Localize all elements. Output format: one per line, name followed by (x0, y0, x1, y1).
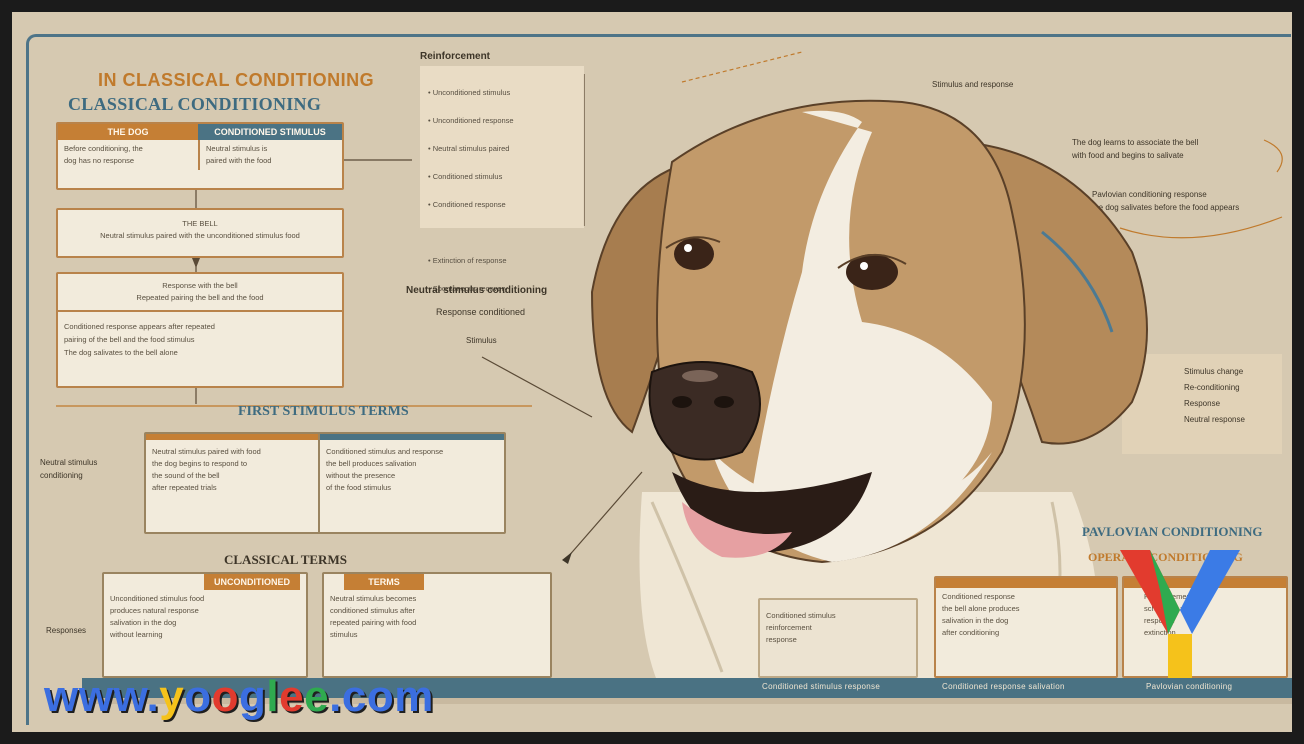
arrow-head-icon (562, 552, 572, 564)
list-item: • Unconditioned response (428, 116, 514, 125)
card-text: Conditioned response appears after repea… (64, 322, 215, 357)
watermark-letter: e (279, 672, 305, 721)
watermark-letter: l (266, 672, 280, 721)
bottom-section-title: CLASSICAL TERMS (224, 552, 347, 567)
card-text: Neutral stimulus becomes conditioned sti… (330, 594, 417, 639)
watermark-letter: e (304, 672, 330, 721)
response-conditioned-label: Response conditioned (436, 307, 526, 317)
card-header-strip (936, 578, 1116, 588)
arrow-down-icon (192, 258, 200, 268)
list-item: • Extinction of response (428, 256, 507, 265)
right-section-title: PAVLOVIAN CONDITIONING (1082, 524, 1263, 539)
watermark-letter: o (184, 672, 212, 721)
watermark-com: com (341, 672, 434, 721)
reinforcement-list-box: • Unconditioned stimulus • Unconditioned… (420, 66, 584, 293)
caption-text: Pavlovian conditioning (1146, 682, 1233, 691)
card-header: CONDITIONED STIMULUS (198, 124, 342, 140)
poster-canvas: IN CLASSICAL CONDITIONING CLASSICAL COND… (12, 12, 1292, 732)
poster-title: CLASSICAL CONDITIONING (68, 94, 322, 114)
card-text: Conditioned response the bell alone prod… (942, 592, 1020, 637)
left-side-label: Neutral stimulus conditioning (40, 458, 98, 480)
card-text: Before conditioning, the dog has no resp… (64, 144, 143, 165)
mid-section-title: FIRST STIMULUS TERMS (238, 404, 409, 419)
list-item: • Conditioned response (428, 200, 506, 209)
reinforcement-heading: Reinforcement (420, 51, 491, 62)
neutral-stimulus-label: Neutral stimulus conditioning (406, 285, 548, 296)
watermark-dot: . (329, 672, 342, 721)
caption-text: Conditioned response salivation (942, 682, 1065, 691)
card-text: Conditioned stimulus reinforcement respo… (766, 611, 836, 644)
bottom-card-right: TERMS Neutral stimulus becomes condition… (322, 572, 552, 678)
yooglee-y-logo-icon (1120, 550, 1240, 680)
right-card-2: Conditioned response the bell alone prod… (934, 576, 1118, 678)
card-text: THE BELL Neutral stimulus paired with th… (100, 219, 300, 240)
card-header: UNCONDITIONED (204, 574, 300, 590)
yooglee-watermark[interactable]: www.yooglee.com (44, 672, 434, 722)
watermark-letter: g (239, 672, 267, 721)
reinforcement-list: • Unconditioned stimulus • Unconditioned… (428, 72, 514, 310)
watermark-letter: o (211, 672, 240, 721)
flow-card-bell: THE BELL Neutral stimulus paired with th… (56, 208, 344, 258)
card-text: Unconditioned stimulus food produces nat… (110, 594, 205, 639)
poster-subtitle: IN CLASSICAL CONDITIONING (98, 70, 375, 90)
mid-card-left: Neutral stimulus paired with food the do… (144, 432, 322, 534)
card-header: TERMS (344, 574, 424, 590)
flow-card-dog: THE DOG CONDITIONED STIMULUS Before cond… (56, 122, 344, 190)
bottom-card-left: UNCONDITIONED Unconditioned stimulus foo… (102, 572, 308, 678)
watermark-letter: y (159, 672, 185, 721)
list-item: • Neutral stimulus paired (428, 144, 510, 153)
card-text: Conditioned stimulus and response the be… (326, 447, 444, 492)
left-bottom-label: Responses (46, 626, 87, 635)
mid-card-right: Conditioned stimulus and response the be… (318, 432, 506, 534)
stimulus-label: Stimulus (466, 336, 497, 345)
flow-card-response: Response with the bell Repeated pairing … (56, 272, 344, 388)
card-text: Neutral stimulus paired with food the do… (152, 447, 261, 492)
list-item: • Unconditioned stimulus (428, 88, 511, 97)
card-header: THE DOG (58, 124, 198, 140)
right-card-1: Conditioned stimulus reinforcement respo… (758, 598, 918, 678)
right-small-label: Stimulus change Re-conditioning Response… (1184, 367, 1245, 424)
watermark-www: www. (44, 672, 160, 721)
card-text: Response with the bell Repeated pairing … (58, 274, 342, 312)
list-item: • Conditioned stimulus (428, 172, 503, 181)
caption-text: Conditioned stimulus response (762, 682, 881, 691)
card-text: Neutral stimulus is paired with the food (198, 140, 342, 170)
